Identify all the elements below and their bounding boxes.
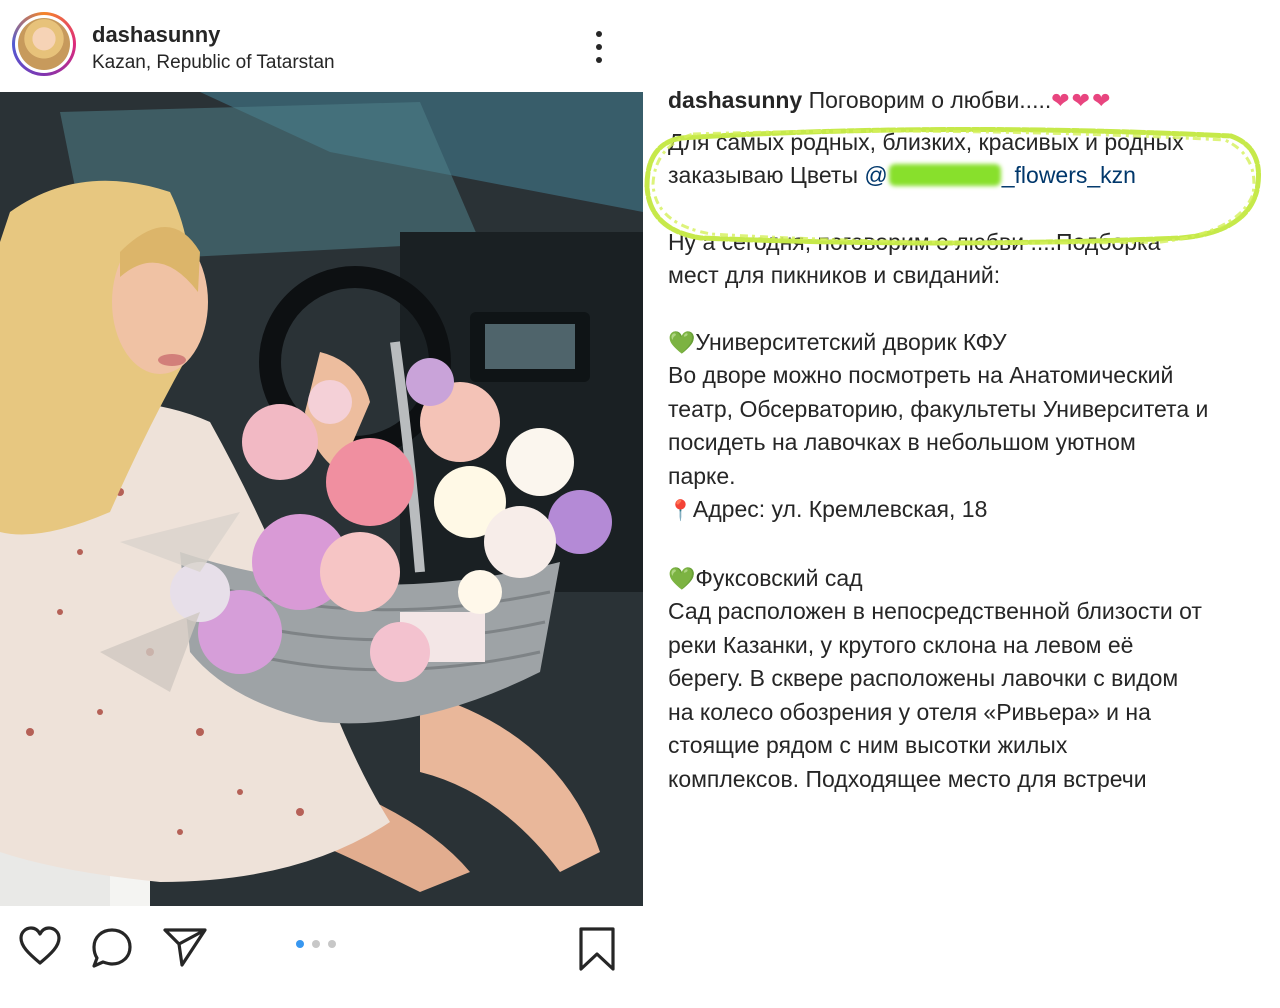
place1-line-2: театр, Обсерваторию, факультеты Универси… [668, 395, 1209, 422]
flower-shop-mention[interactable]: @ _flowers_kzn [864, 162, 1136, 188]
censored-blur [888, 164, 1001, 186]
caption-panel: dashasunny Поговорим о любви.....❤❤❤ Для… [643, 0, 1280, 1008]
place1-line-4: парке. [668, 462, 736, 489]
place1-heading: 💚Университетский дворик КФУ [668, 328, 1007, 355]
heart-outline-icon[interactable] [18, 926, 62, 966]
caption-username[interactable]: dashasunny [668, 87, 802, 113]
highlight-line-2: заказываю Цветы @ _flowers_kzn [668, 162, 1136, 188]
highlight-line-1: Для самых родных, близких, красивых и ро… [668, 128, 1184, 155]
carousel-dot-active [296, 940, 304, 948]
carousel-dot [328, 940, 336, 948]
post-photo[interactable] [0, 92, 643, 906]
green-heart-icon: 💚 [668, 329, 696, 355]
more-options-icon[interactable] [586, 30, 612, 64]
avatar-image [18, 18, 70, 70]
place1-line-3: посидеть на лавочках в небольшом уютном [668, 429, 1136, 455]
green-heart-icon: 💚 [668, 565, 696, 591]
intro-line-1: Ну а сегодня, поговорим о любви ....Подб… [668, 228, 1161, 255]
post-header: dashasunny Kazan, Republic of Tatarstan [0, 0, 643, 92]
place2-line-5: стоящие рядом с ним высотки жилых [668, 732, 1068, 758]
post-username[interactable]: dashasunny [92, 22, 220, 48]
place2-line-1: Сад расположен в непосредственной близос… [668, 598, 1202, 624]
pin-icon: 📍 [668, 500, 693, 522]
place2-heading: 💚Фуксовский сад [668, 564, 863, 591]
caption-title: Поговорим о любви..... [808, 87, 1052, 113]
pink-hearts-emoji: ❤❤❤ [1051, 88, 1113, 113]
place2-line-4: на колесо обозрения у отеля «Ривьера» и … [668, 698, 1151, 725]
photo-woman-with-flower-basket [0, 92, 643, 906]
avatar[interactable] [12, 12, 76, 76]
post-location[interactable]: Kazan, Republic of Tatarstan [92, 52, 335, 74]
place2-line-3: берегу. В сквере расположены лавочки с в… [668, 665, 1179, 691]
paper-plane-icon[interactable] [162, 926, 208, 968]
post-caption: dashasunny Поговорим о любви.....❤❤❤ Для… [668, 84, 1268, 796]
post-action-bar [0, 906, 643, 986]
caption-first-line: dashasunny Поговорим о любви.....❤❤❤ [668, 84, 1268, 118]
comment-icon[interactable] [90, 926, 134, 970]
bookmark-icon[interactable] [577, 926, 617, 972]
post-media-panel: dashasunny Kazan, Republic of Tatarstan [0, 0, 643, 1008]
carousel-dot [312, 940, 320, 948]
place1-address: 📍Адрес: ул. Кремлевская, 18 [668, 496, 988, 522]
place2-line-6: комплексов. Подходящее место для встречи [668, 765, 1147, 792]
place1-line-1: Во дворе можно посмотреть на Анатомическ… [668, 362, 1174, 388]
intro-line-2: мест для пикников и свиданий: [668, 262, 1001, 288]
place2-line-2: реки Казанки, у крутого склона на левом … [668, 631, 1134, 658]
